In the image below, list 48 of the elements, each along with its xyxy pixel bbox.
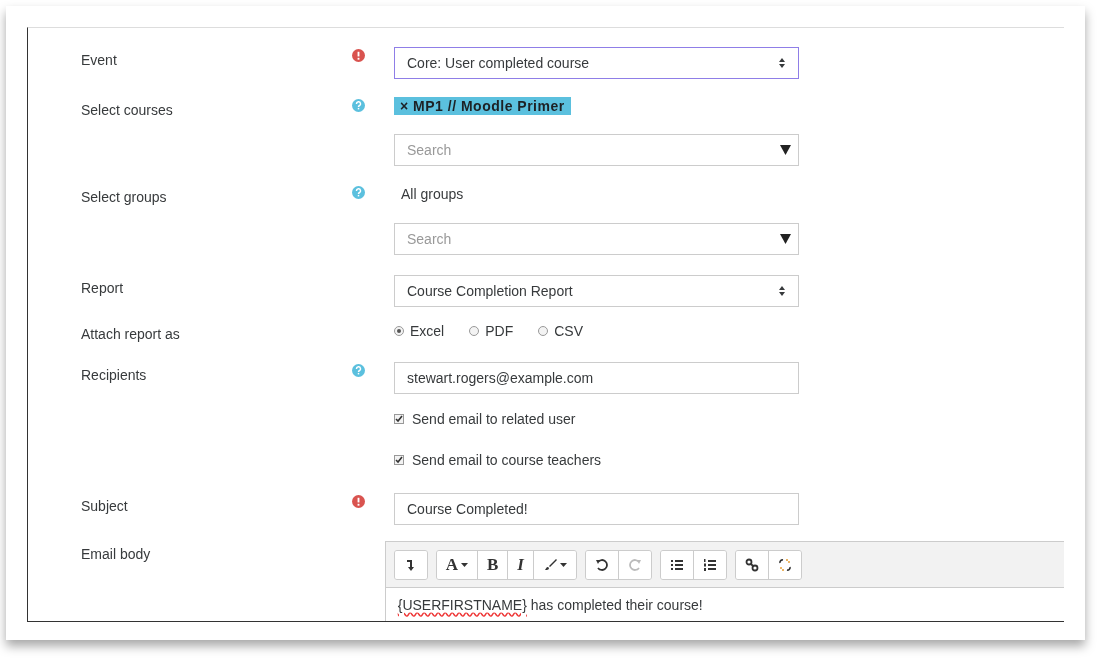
radio-label: CSV: [554, 321, 584, 341]
link-icon: [744, 557, 759, 572]
bullet-list-icon: [669, 557, 684, 572]
insert-button[interactable]: [394, 550, 427, 579]
radio-label: Excel: [410, 321, 445, 341]
link-button[interactable]: [735, 550, 769, 579]
numbered-list-icon: [702, 557, 717, 572]
course-tag[interactable]: × MP1 // Moodle Primer: [394, 97, 571, 115]
sort-arrows-icon: [778, 285, 786, 297]
editor-content[interactable]: {USERFIRSTNAME} has completed their course!: [385, 588, 1064, 621]
select-field[interactable]: Core: User completed course: [394, 47, 799, 79]
checkbox-label: Send email to related user: [412, 409, 576, 429]
undo-button[interactable]: [585, 550, 619, 579]
caret-icon: [780, 234, 791, 244]
italic-button[interactable]: I: [508, 550, 534, 579]
sort-arrows-icon: [778, 57, 786, 69]
radio-button[interactable]: [538, 326, 549, 336]
field-label: Email body: [81, 546, 151, 562]
select-field[interactable]: Course Completion Report: [394, 275, 799, 307]
bullets-button[interactable]: [660, 550, 694, 579]
radio-label: PDF: [485, 321, 514, 341]
radio-button[interactable]: [394, 326, 404, 336]
caret-icon: [559, 562, 567, 567]
field-label: Report: [81, 280, 124, 296]
field-label: Recipients: [81, 367, 147, 383]
brush-icon: [542, 557, 557, 572]
bold-button[interactable]: B: [478, 550, 509, 579]
caret-icon: [780, 145, 791, 155]
field-label: Select groups: [81, 189, 167, 205]
checkbox[interactable]: [394, 455, 404, 465]
field-label: Subject: [81, 498, 128, 514]
numbers-button[interactable]: [693, 550, 726, 579]
subject-field[interactable]: Course Completed!: [394, 493, 799, 525]
checkbox[interactable]: [394, 414, 404, 424]
groups-value: All groups: [400, 185, 465, 204]
search-field[interactable]: Search: [394, 134, 799, 166]
field-label: Attach report as: [81, 326, 180, 342]
radio-button[interactable]: [469, 326, 480, 336]
brush-button[interactable]: [533, 550, 576, 579]
field-label: Select courses: [81, 102, 173, 118]
recipients-field[interactable]: stewart.rogers@example.com: [394, 362, 799, 394]
redo-icon: [627, 557, 642, 572]
undo-icon: [594, 557, 609, 572]
font-button[interactable]: A: [436, 550, 478, 579]
search-field[interactable]: Search: [394, 223, 799, 255]
field-label: Event: [81, 52, 117, 68]
checkbox-label: Send email to course teachers: [412, 450, 602, 470]
caret-icon: [461, 562, 468, 567]
